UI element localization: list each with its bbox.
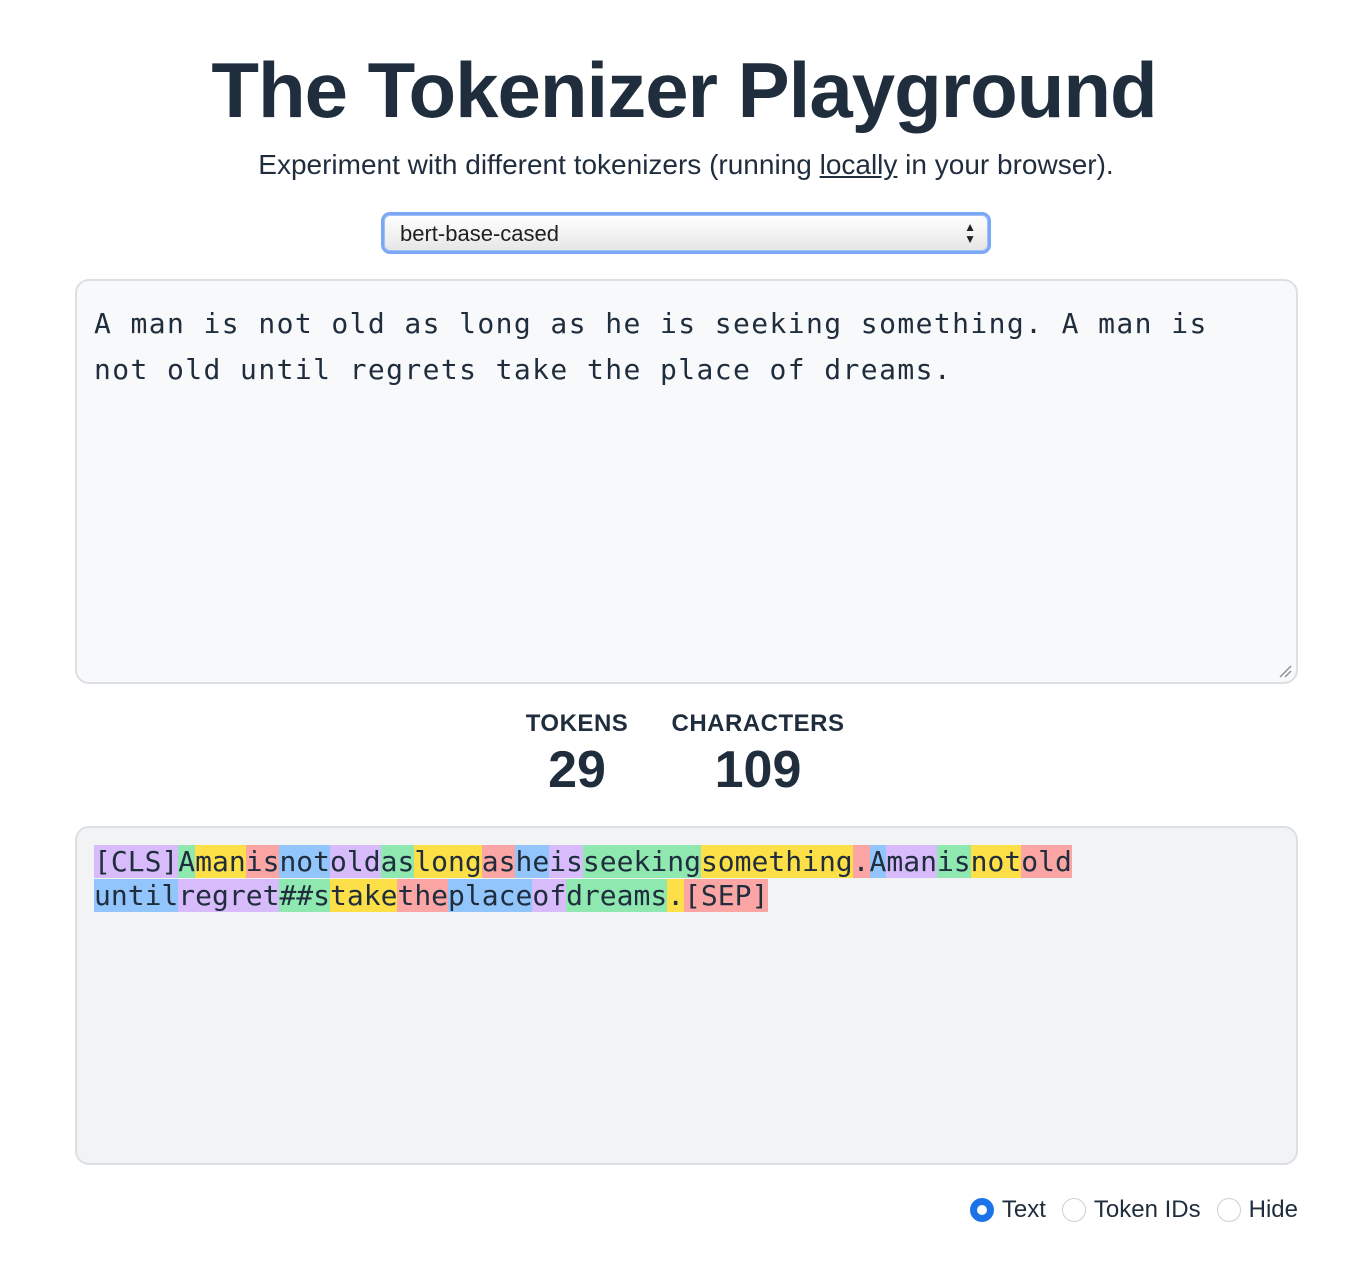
locally-link[interactable]: locally (820, 149, 898, 180)
subtitle-text-after: in your browser). (897, 149, 1114, 180)
token-chip: take (330, 879, 398, 912)
token-chip: not (279, 845, 331, 878)
input-textarea[interactable]: A man is not old as long as he is seekin… (75, 279, 1298, 684)
token-chip: regret (178, 879, 280, 912)
radio-token-ids-icon[interactable] (1061, 1198, 1086, 1222)
token-chip: is (549, 845, 583, 878)
token-chip: as (481, 845, 516, 878)
token-output-panel: [CLS]Amanisnotoldaslongasheisseekingsome… (75, 826, 1298, 1165)
characters-count: 109 (714, 741, 802, 799)
page-subtitle: Experiment with different tokenizers (ru… (0, 148, 1348, 182)
page-title: The Tokenizer Playground (211, 46, 1157, 134)
subtitle-text-before: Experiment with different tokenizers (ru… (258, 149, 820, 180)
display-mode-hide-option[interactable]: Hide (1216, 1196, 1298, 1224)
tokens-count: 29 (548, 741, 606, 799)
token-chip: until (94, 879, 179, 912)
radio-token-ids-label: Token IDs (1093, 1196, 1201, 1223)
page: The Tokenizer Playground Experiment with… (0, 0, 1348, 1270)
token-chip: he (515, 845, 550, 878)
token-chip: of (532, 879, 567, 912)
tokens-stat: TOKENS 29 (514, 708, 640, 800)
radio-hide-label: Hide (1248, 1196, 1298, 1223)
token-chip: dreams (566, 879, 668, 912)
display-mode-radio-group: Text Token IDs Hide (954, 1194, 1298, 1226)
token-chip: [CLS] (94, 845, 179, 878)
token-chip: something (700, 845, 853, 878)
token-chip: old (330, 845, 381, 878)
token-chip: old (1021, 845, 1072, 878)
display-mode-token-ids-option[interactable]: Token IDs (1061, 1196, 1201, 1224)
characters-label: CHARACTERS (671, 710, 845, 737)
token-list: [CLS]Amanisnotoldaslongasheisseekingsome… (94, 845, 1274, 913)
token-chip: seeking (582, 845, 701, 878)
radio-hide-icon[interactable] (1216, 1198, 1241, 1222)
token-chip: is (245, 845, 280, 878)
tokens-label: TOKENS (525, 710, 629, 737)
display-mode-text-option[interactable]: Text (969, 1196, 1046, 1224)
token-chip: . (667, 879, 685, 912)
token-chip: man (886, 845, 937, 878)
tokenizer-select-value: bert-base-cased (400, 221, 559, 246)
token-chip: ##s (279, 879, 331, 912)
token-chip: long (414, 845, 482, 878)
token-chip: the (397, 879, 449, 912)
radio-text-icon[interactable] (969, 1198, 994, 1222)
token-chip: man (195, 845, 246, 878)
token-chip: [SEP] (684, 879, 769, 912)
token-chip: A (178, 845, 196, 878)
token-chip: is (936, 845, 971, 878)
radio-text-label: Text (1001, 1196, 1046, 1223)
select-arrows-icon: ▲ ▼ (964, 220, 976, 246)
tokenizer-select[interactable]: bert-base-cased ▲ ▼ (381, 212, 991, 254)
resize-handle-icon[interactable] (1278, 664, 1292, 678)
token-stats: TOKENS 29 CHARACTERS 109 (0, 708, 1348, 800)
token-chip: place (448, 879, 533, 912)
characters-stat: CHARACTERS 109 (660, 708, 856, 800)
token-chip: as (380, 845, 415, 878)
token-chip: not (970, 845, 1022, 878)
token-chip: A (869, 845, 887, 878)
token-chip: . (852, 845, 870, 878)
input-textarea-value: A man is not old as long as he is seekin… (94, 307, 1226, 386)
